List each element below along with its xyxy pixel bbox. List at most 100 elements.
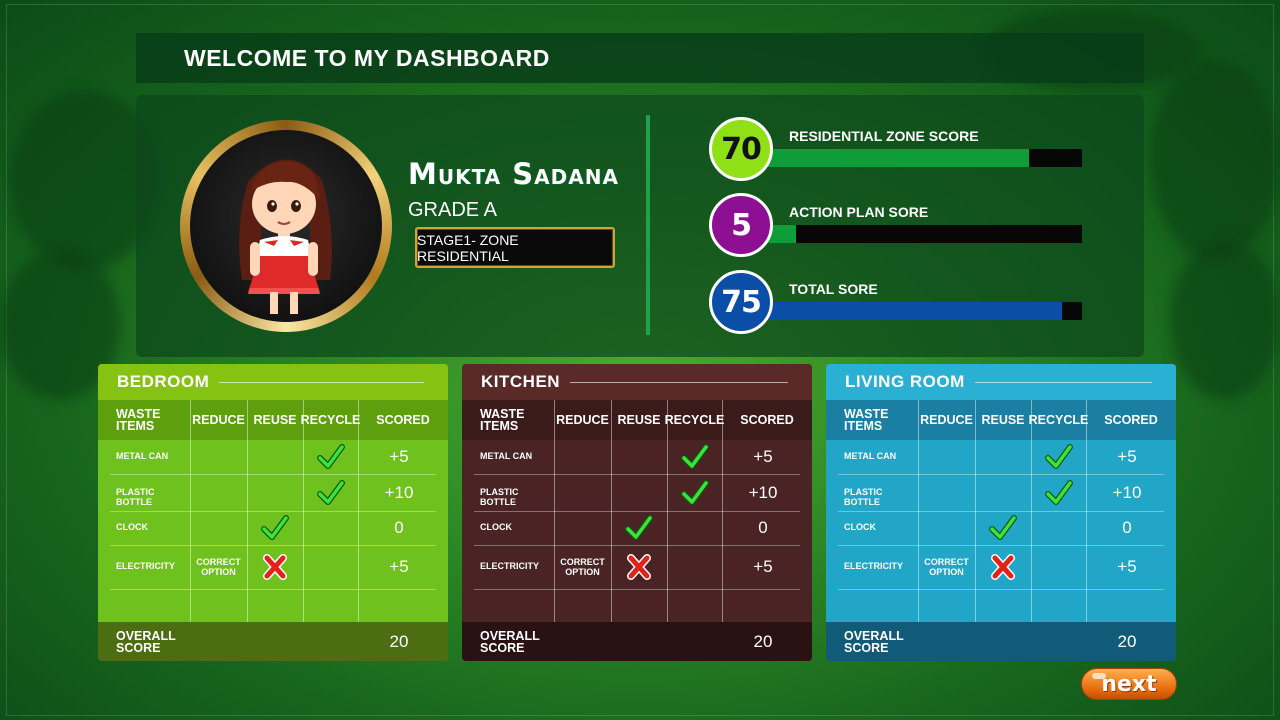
- row-divider: [838, 474, 1164, 475]
- cross-icon: [261, 553, 289, 581]
- overall-score-label: OVERALL SCORE: [844, 628, 904, 655]
- row-score: 0: [394, 518, 404, 537]
- correct-option-label: CORRECT OPTION: [924, 557, 969, 577]
- column-divider: [918, 400, 919, 658]
- row-divider: [838, 589, 1164, 590]
- column-divider: [975, 400, 976, 658]
- check-icon: [989, 514, 1017, 542]
- waste-item-label: METAL CAN: [480, 451, 533, 461]
- row-score: 0: [1122, 518, 1132, 537]
- overall-score-row: OVERALL SCORE 20: [98, 622, 448, 661]
- row-score: +5: [389, 557, 409, 576]
- score-label: TOTAL SORE: [789, 281, 878, 297]
- score-circle: 5: [709, 193, 773, 257]
- living-room-table: LIVING ROOM WASTE ITEMS REDUCE REUSE RECYCLE…: [826, 364, 1176, 661]
- overall-score-value: 20: [753, 631, 773, 651]
- table-header-row: WASTE ITEMS REDUCE REUSE RECYCLE SCORED: [462, 400, 812, 440]
- score-label: ACTION PLAN SORE: [789, 204, 929, 220]
- score-bar-fill: [749, 302, 1063, 320]
- row-score: +5: [389, 447, 409, 466]
- profile-panel: Mukta Sadana GRADE A STAGE1- ZONE RESIDE…: [136, 95, 1144, 357]
- column-header-reuse: REUSE: [253, 413, 297, 427]
- next-button[interactable]: next: [1081, 668, 1177, 700]
- score-label: RESIDENTIAL ZONE SCORE: [789, 128, 979, 144]
- row-divider: [474, 545, 800, 546]
- row-divider: [110, 511, 436, 512]
- check-icon: [625, 514, 653, 542]
- avatar-frame: [180, 120, 392, 332]
- table-body: METAL CAN +5 PLASTIC BOTTLE +10 CLOCK 0 ELECTR…: [462, 440, 812, 622]
- column-divider: [358, 400, 359, 658]
- score-bar-track: [749, 225, 1082, 243]
- overall-score-label: OVERALL SCORE: [116, 628, 176, 655]
- room-header: LIVING ROOM: [826, 364, 1176, 400]
- next-button-label: next: [1101, 671, 1157, 697]
- bedroom-table: BEDROOM WASTE ITEMS REDUCE REUSE RECYCLE SCOR…: [98, 364, 448, 661]
- room-rule: [219, 381, 424, 383]
- student-name: Mukta Sadana: [408, 157, 619, 191]
- row-divider: [838, 511, 1164, 512]
- room-title: LIVING ROOM: [845, 372, 965, 391]
- button-shine: [1092, 673, 1106, 679]
- girl-avatar-icon: [239, 159, 332, 314]
- waste-item-label: METAL CAN: [844, 451, 897, 461]
- correct-option-label: CORRECT OPTION: [196, 557, 241, 577]
- forest-decoration: [1170, 240, 1280, 400]
- column-divider: [722, 400, 723, 658]
- waste-item-label: PLASTIC BOTTLE: [844, 486, 883, 507]
- cross-icon: [625, 553, 653, 581]
- check-icon: [680, 443, 709, 471]
- row-score: +5: [1117, 447, 1137, 466]
- score-bar-track: [749, 302, 1082, 320]
- room-header: BEDROOM: [98, 364, 448, 400]
- waste-item-label: PLASTIC BOTTLE: [480, 486, 519, 507]
- waste-item-label: ELECTRICITY: [116, 561, 176, 571]
- check-icon: [316, 443, 345, 471]
- action-plan-score: 5 ACTION PLAN SORE: [709, 193, 1089, 257]
- waste-item-label: PLASTIC BOTTLE: [116, 486, 155, 507]
- column-divider: [190, 400, 191, 658]
- student-grade: GRADE A: [408, 199, 497, 221]
- score-value: 70: [721, 131, 762, 167]
- room-title: KITCHEN: [481, 372, 561, 391]
- score-circle: 75: [709, 270, 773, 334]
- table-header-row: WASTE ITEMS REDUCE REUSE RECYCLE SCORED: [826, 400, 1176, 440]
- row-divider: [110, 589, 436, 590]
- column-header-recycle: RECYCLE: [664, 413, 725, 427]
- correct-option-label: CORRECT OPTION: [560, 557, 605, 577]
- overall-score-value: 20: [1117, 631, 1137, 651]
- stage-badge: STAGE1- ZONE RESIDENTIAL: [415, 227, 615, 268]
- total-score: 75 TOTAL SORE: [709, 270, 1089, 334]
- avatar: [190, 130, 382, 322]
- waste-item-label: CLOCK: [116, 522, 148, 532]
- waste-item-label: METAL CAN: [116, 451, 169, 461]
- check-icon: [1044, 443, 1073, 471]
- column-header-scored: SCORED: [740, 413, 794, 427]
- waste-item-label: CLOCK: [844, 522, 876, 532]
- column-header-waste-items: WASTE ITEMS: [480, 407, 525, 433]
- table-body: METAL CAN +5 PLASTIC BOTTLE +10 CLOCK 0 ELECTR…: [98, 440, 448, 622]
- column-header-recycle: RECYCLE: [1028, 413, 1089, 427]
- column-header-waste-items: WASTE ITEMS: [844, 407, 889, 433]
- check-icon: [316, 479, 345, 507]
- score-bar-fill: [749, 149, 1029, 167]
- room-rule: [974, 381, 1152, 383]
- check-icon: [680, 479, 709, 507]
- panel-divider: [646, 115, 650, 335]
- score-bar-track: [749, 149, 1082, 167]
- room-rule: [570, 381, 788, 383]
- row-score: +10: [1112, 482, 1142, 502]
- table-header-row: WASTE ITEMS REDUCE REUSE RECYCLE SCORED: [98, 400, 448, 440]
- overall-score-row: OVERALL SCORE 20: [462, 622, 812, 661]
- overall-score-value: 20: [389, 631, 409, 651]
- column-divider: [611, 400, 612, 658]
- column-header-waste-items: WASTE ITEMS: [116, 407, 161, 433]
- column-divider: [247, 400, 248, 658]
- row-divider: [474, 474, 800, 475]
- row-score: +5: [753, 447, 773, 466]
- column-header-scored: SCORED: [376, 413, 430, 427]
- column-header-reuse: REUSE: [617, 413, 661, 427]
- forest-decoration: [1150, 60, 1280, 260]
- room-header: KITCHEN: [462, 364, 812, 400]
- check-icon: [261, 514, 289, 542]
